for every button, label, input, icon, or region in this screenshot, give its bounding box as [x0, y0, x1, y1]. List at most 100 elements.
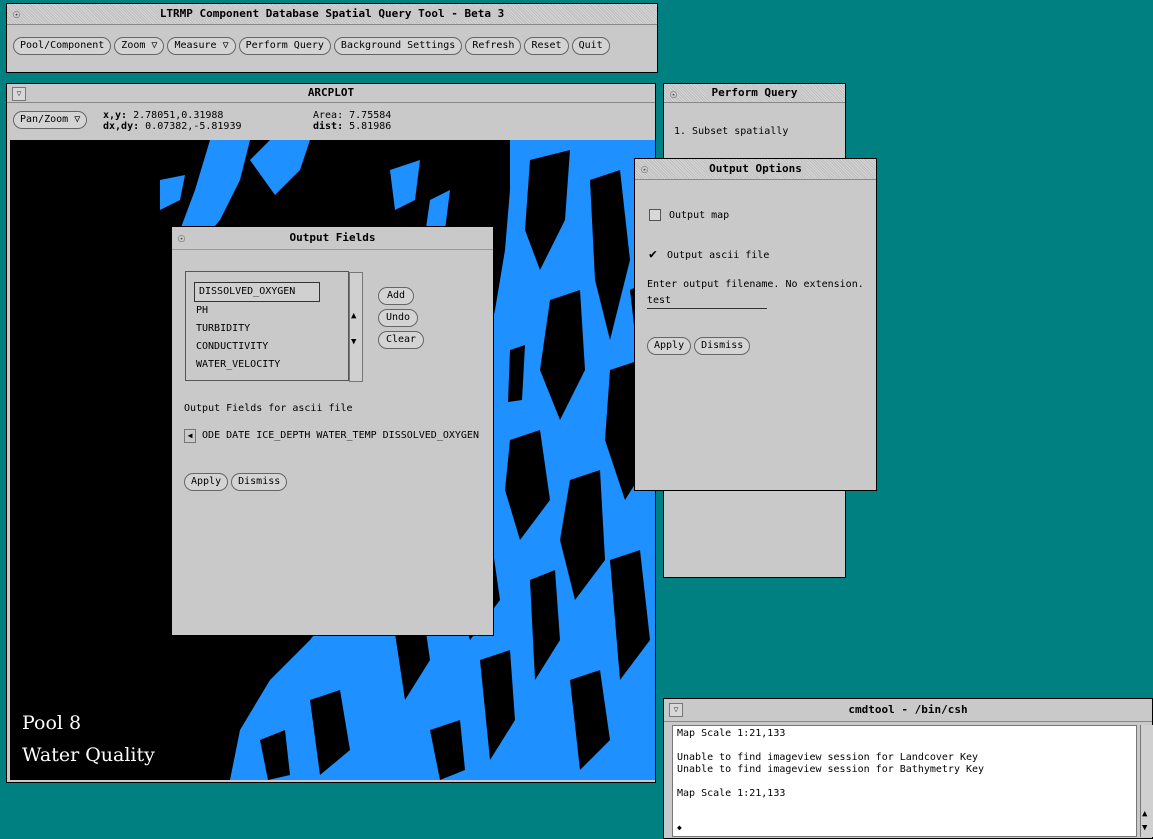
area-readout: Area: 7.75584 dist: 5.81986: [313, 110, 391, 132]
output-ascii-label: Output ascii file: [667, 250, 770, 261]
main-toolbar: Pool/Component Zoom ▽ Measure ▽ Perform Que…: [13, 37, 613, 55]
scroll-up-icon[interactable]: ▲: [1142, 809, 1147, 819]
reset-button[interactable]: Reset: [524, 37, 569, 55]
area-value: 7.75584: [349, 110, 392, 121]
main-title-bar[interactable]: ☉ LTRMP Component Database Spatial Query…: [7, 4, 657, 25]
dist-value: 5.81986: [349, 121, 392, 132]
perform-query-button[interactable]: Perform Query: [238, 37, 331, 55]
field-list-scrollbar[interactable]: ▲ ▼: [349, 272, 363, 382]
options-apply-button[interactable]: Apply: [647, 337, 692, 355]
zoom-button[interactable]: Zoom ▽: [114, 37, 165, 55]
output-fields-buttons: Apply Dismiss: [184, 473, 290, 491]
scroll-left-icon[interactable]: ◀: [184, 429, 196, 443]
filename-input[interactable]: test: [647, 295, 767, 309]
console-line: Map Scale 1:21,133: [677, 728, 786, 739]
chevron-down-icon: ▽: [145, 40, 158, 51]
chevron-down-icon: ▽: [216, 40, 229, 51]
pushpin-icon[interactable]: ☉: [670, 86, 677, 102]
scroll-down-icon[interactable]: ▼: [351, 337, 356, 347]
arcplot-title-bar[interactable]: ▽ ARCPLOT: [7, 84, 655, 103]
checkmark-icon[interactable]: ✔: [649, 247, 661, 262]
area-label: Area:: [313, 110, 344, 121]
list-item[interactable]: CONDUCTIVITY: [192, 338, 322, 356]
output-map-checkbox[interactable]: [649, 209, 661, 221]
button-label: Zoom: [121, 40, 146, 51]
cmdtool-output[interactable]: Map Scale 1:21,133 Unable to find imagev…: [672, 725, 1137, 837]
scroll-down-icon[interactable]: ▼: [1142, 823, 1147, 833]
button-label: Background Settings: [340, 40, 456, 51]
button-label: Reset: [531, 40, 562, 51]
dxdy-value: 0.07382,-5.81939: [145, 121, 242, 132]
output-fields-window: ☉ Output Fields DISSOLVED_OXYGEN PH TURB…: [171, 226, 494, 636]
output-options-title-bar[interactable]: ☉ Output Options: [635, 159, 876, 180]
pushpin-icon[interactable]: ☉: [13, 6, 20, 22]
list-item[interactable]: PH: [192, 302, 322, 320]
options-dismiss-button[interactable]: Dismiss: [694, 337, 751, 355]
fields-dismiss-button[interactable]: Dismiss: [231, 473, 288, 491]
window-menu-icon[interactable]: ▽: [12, 87, 26, 101]
filename-value: test: [647, 295, 672, 306]
panzoom-menu-button[interactable]: Pan/Zoom ▽: [13, 111, 88, 129]
output-fields-title-bar[interactable]: ☉ Output Fields: [172, 227, 493, 250]
quit-button[interactable]: Quit: [571, 37, 610, 55]
xy-label: x,y:: [103, 110, 128, 121]
fields-apply-button[interactable]: Apply: [184, 473, 229, 491]
pool-component-button[interactable]: Pool/Component: [13, 37, 112, 55]
measure-button[interactable]: Measure ▽: [167, 37, 236, 55]
button-label: Refresh: [472, 40, 515, 51]
ascii-fields-value: ODE DATE ICE_DEPTH WATER_TEMP DISSOLVED_…: [202, 430, 479, 441]
list-item[interactable]: WATER_VELOCITY: [192, 356, 322, 374]
field-action-buttons: Add Undo Clear: [378, 287, 427, 349]
list-item[interactable]: TURBIDITY: [192, 320, 322, 338]
console-line: Unable to find imageview session for Bat…: [677, 764, 985, 775]
chevron-down-icon: ▽: [74, 114, 81, 125]
refresh-button[interactable]: Refresh: [465, 37, 522, 55]
console-line: Unable to find imageview session for Lan…: [677, 752, 979, 763]
cmdtool-scrollbar[interactable]: ▲ ▼: [1140, 725, 1153, 837]
xy-readout: x,y: 2.78051,0.31988 dx,dy: 0.07382,-5.8…: [103, 110, 241, 132]
map-label-theme: Water Quality: [22, 744, 155, 766]
ascii-fields-label: Output Fields for ascii file: [184, 403, 353, 414]
scroll-up-icon[interactable]: ▲: [351, 311, 356, 321]
ascii-fields-input[interactable]: ◀ ODE DATE ICE_DEPTH WATER_TEMP DISSOLVE…: [184, 429, 484, 443]
field-list-items: DISSOLVED_OXYGEN PH TURBIDITY CONDUCTIVI…: [192, 282, 322, 374]
output-options-title: Output Options: [705, 162, 806, 175]
cmdtool-window: ▽ cmdtool - /bin/csh Map Scale 1:21,133 …: [663, 698, 1153, 839]
cmdtool-title-bar[interactable]: ▽ cmdtool - /bin/csh: [664, 699, 1152, 722]
xy-value: 2.78051,0.31988: [133, 110, 224, 121]
button-label: Quit: [578, 40, 603, 51]
panzoom-label: Pan/Zoom: [20, 114, 69, 125]
filename-prompt: Enter output filename. No extension.: [647, 279, 864, 290]
perform-query-title-bar[interactable]: ☉ Perform Query: [664, 84, 845, 103]
main-tool-window: ☉ LTRMP Component Database Spatial Query…: [6, 3, 658, 73]
clear-fields-button[interactable]: Clear: [378, 331, 424, 349]
background-settings-button[interactable]: Background Settings: [333, 37, 463, 55]
button-label: Measure: [174, 40, 217, 51]
button-label: Perform Query: [245, 40, 324, 51]
caret-icon: ◆: [677, 823, 682, 832]
output-map-label: Output map: [669, 210, 730, 221]
window-menu-icon[interactable]: ▽: [669, 703, 683, 717]
add-field-button[interactable]: Add: [378, 287, 414, 305]
output-options-buttons: Apply Dismiss: [647, 337, 753, 355]
output-options-window: ☉ Output Options Output map ✔ Output asci…: [634, 158, 877, 491]
pushpin-icon[interactable]: ☉: [178, 230, 185, 246]
output-ascii-row[interactable]: ✔ Output ascii file: [649, 247, 769, 262]
dxdy-label: dx,dy:: [103, 121, 140, 132]
perform-query-step1: 1. Subset spatially: [674, 126, 789, 137]
button-label: Pool/Component: [20, 40, 105, 51]
field-list[interactable]: DISSOLVED_OXYGEN PH TURBIDITY CONDUCTIVI…: [185, 271, 363, 382]
perform-query-title: Perform Query: [707, 86, 802, 99]
output-fields-title: Output Fields: [289, 231, 376, 244]
arcplot-info-bar: Pan/Zoom ▽ x,y: 2.78051,0.31988 dx,dy: 0…: [7, 104, 655, 138]
pushpin-icon[interactable]: ☉: [641, 161, 648, 177]
arcplot-title: ARCPLOT: [307, 86, 355, 99]
dist-label: dist:: [313, 121, 344, 132]
output-map-row[interactable]: Output map: [649, 209, 729, 221]
cmdtool-title: cmdtool - /bin/csh: [848, 703, 968, 716]
list-item[interactable]: DISSOLVED_OXYGEN: [194, 282, 320, 302]
undo-field-button[interactable]: Undo: [378, 309, 418, 327]
console-line: Map Scale 1:21,133: [677, 788, 786, 799]
